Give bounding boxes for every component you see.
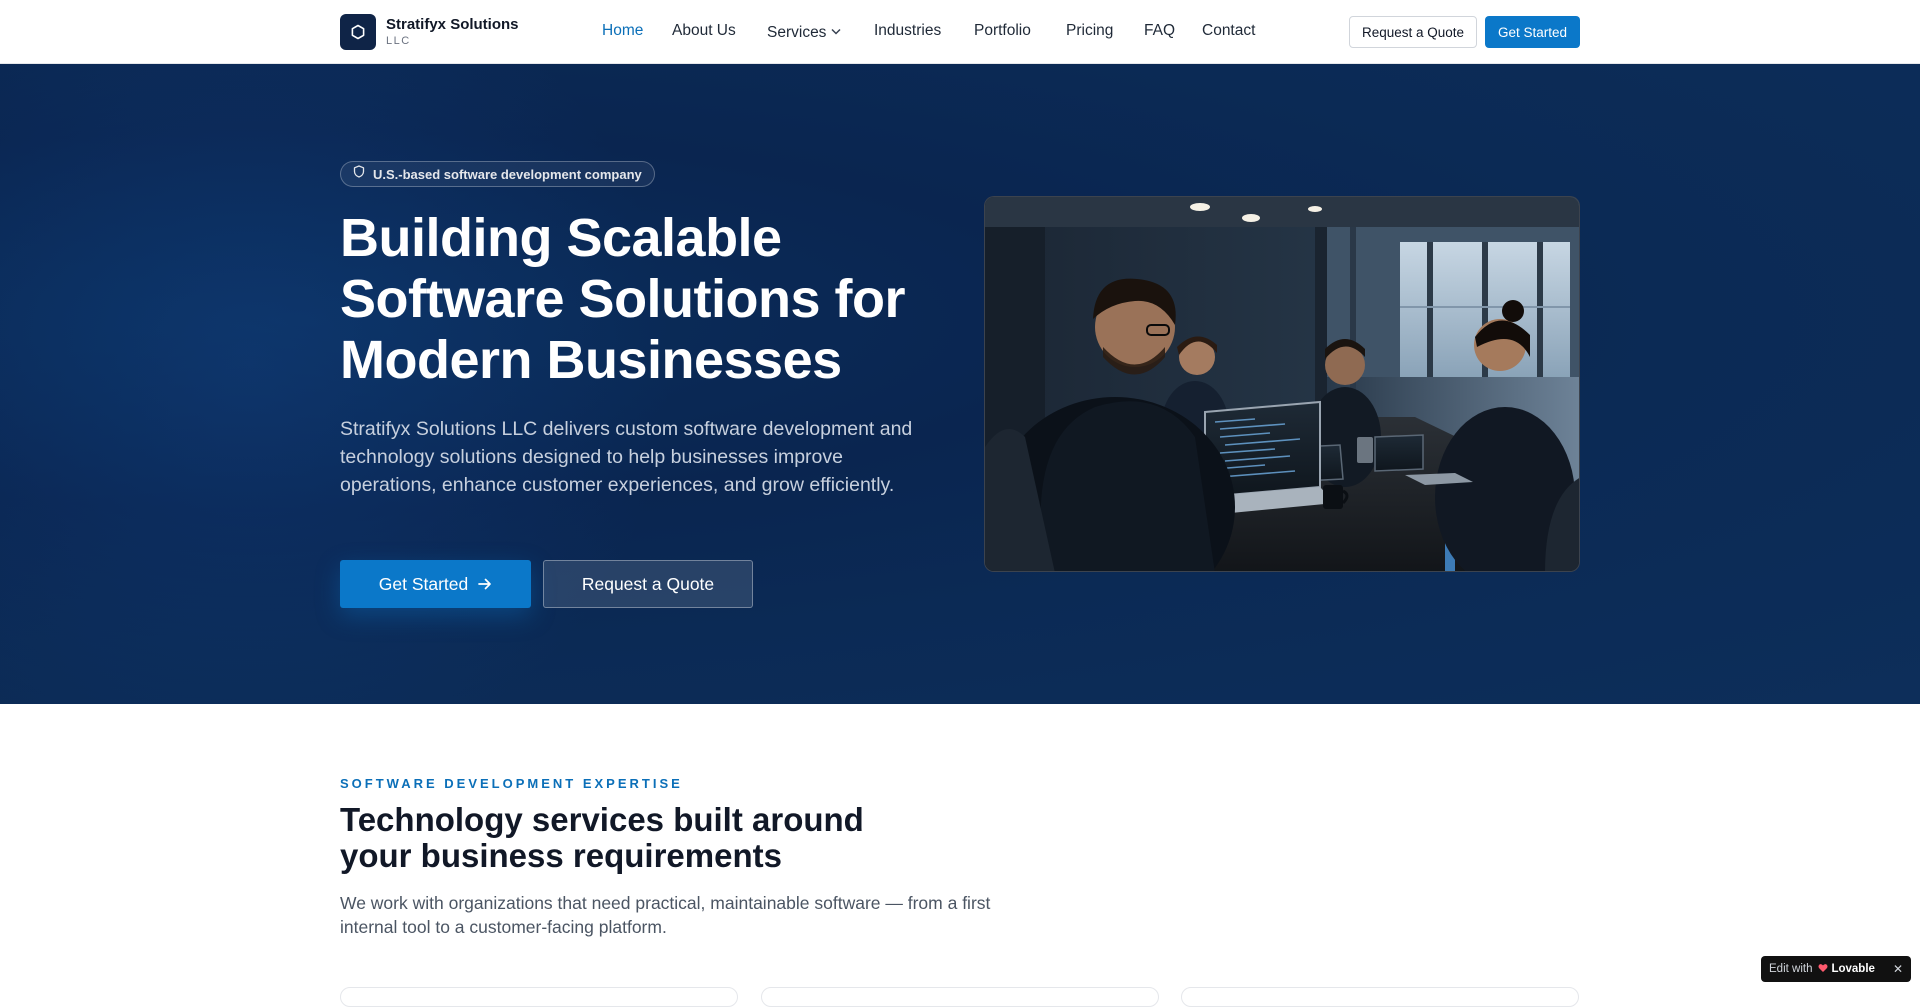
nav-faq[interactable]: FAQ [1144, 22, 1175, 40]
shield-icon [353, 165, 365, 183]
hero-title-line: Modern Businesses [340, 330, 842, 390]
header-request-quote-button[interactable]: Request a Quote [1349, 16, 1477, 48]
section-title: Technology services built around your bu… [340, 802, 900, 874]
nav-portfolio[interactable]: Portfolio [974, 22, 1031, 40]
section-title-line: Technology services built around [340, 801, 864, 838]
heart-icon [1818, 963, 1828, 976]
brand-name[interactable]: Stratifyx Solutions [386, 16, 519, 33]
section-description: We work with organizations that need pra… [340, 893, 991, 937]
section-title-line: your business requirements [340, 837, 782, 874]
nav-contact[interactable]: Contact [1202, 22, 1255, 40]
hero-team-photo [984, 196, 1580, 572]
header-get-started-button[interactable]: Get Started [1485, 16, 1580, 48]
hero-title-line: Software Solutions for [340, 269, 906, 329]
nav-services[interactable]: Services [767, 22, 841, 42]
hero-request-quote-button[interactable]: Request a Quote [543, 560, 753, 608]
hero-title: Building Scalable Software Solutions for… [340, 208, 960, 391]
brand-suffix: LLC [386, 35, 411, 47]
logo-icon[interactable] [340, 14, 376, 50]
hero-description: Stratifyx Solutions LLC delivers custom … [340, 418, 913, 496]
hero-title-line: Building Scalable [340, 208, 782, 268]
nav-pricing[interactable]: Pricing [1066, 22, 1113, 40]
nav-home[interactable]: Home [602, 22, 643, 40]
hero-get-started-label: Get Started [378, 573, 469, 594]
lovable-edit-label: Edit with [1769, 963, 1813, 975]
hero-badge-label: U.S.-based software development company [373, 166, 642, 182]
hero-section: U.S.-based software development company … [0, 64, 1920, 704]
nav-services-label: Services [767, 24, 827, 41]
nav-about-us[interactable]: About Us [672, 22, 736, 40]
service-card[interactable] [761, 987, 1159, 1007]
site-header: Stratifyx Solutions LLC Home About Us Se… [0, 0, 1920, 64]
lovable-brand-label: Lovable [1831, 963, 1875, 975]
section-eyebrow: SOFTWARE DEVELOPMENT EXPERTISE [340, 776, 683, 791]
chevron-down-icon [831, 22, 841, 40]
close-icon[interactable]: ✕ [1893, 962, 1903, 976]
hero-badge: U.S.-based software development company [340, 161, 655, 187]
lovable-brand: Lovable [1818, 963, 1875, 976]
service-card[interactable] [340, 987, 738, 1007]
arrow-right-icon [478, 574, 492, 595]
service-card[interactable] [1181, 987, 1579, 1007]
edit-with-lovable-badge[interactable]: Edit with Lovable ✕ [1761, 956, 1911, 982]
hero-get-started-button[interactable]: Get Started [340, 560, 531, 608]
nav-industries[interactable]: Industries [874, 22, 941, 40]
